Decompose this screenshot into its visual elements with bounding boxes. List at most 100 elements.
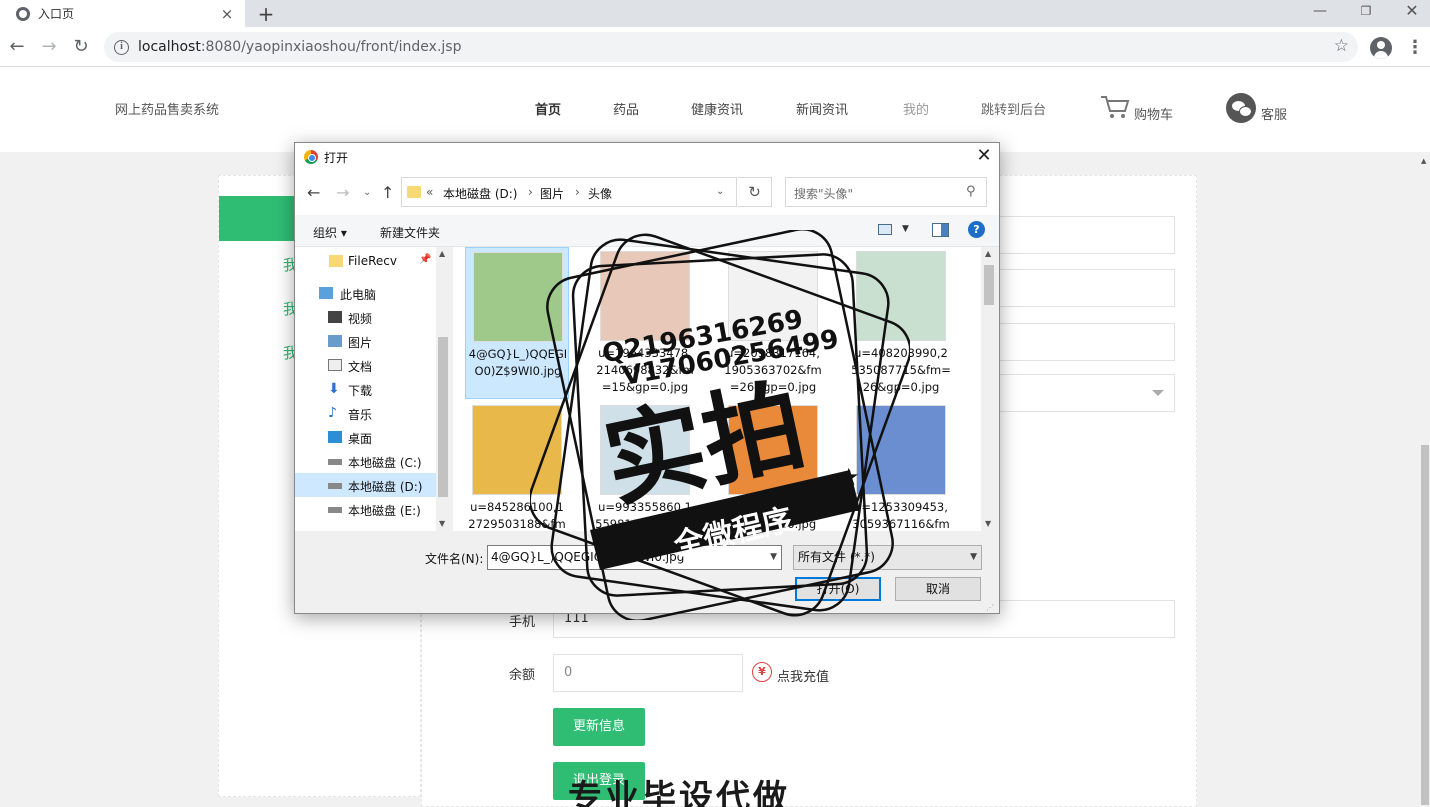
path-segment[interactable]: 图片 (540, 185, 564, 202)
tree-item-documents[interactable]: 文档 (295, 353, 436, 377)
nav-news[interactable]: 新闻资讯 (796, 99, 848, 118)
refresh-icon[interactable]: ↻ (738, 177, 772, 207)
site-title: 网上药品售卖系统 (115, 103, 220, 118)
browser-menu-icon[interactable]: ⋮ (1406, 37, 1424, 58)
chevron-down-icon[interactable]: ▼ (770, 546, 777, 569)
chevron-down-icon[interactable]: ⌄ (716, 186, 724, 197)
tree-item-this-pc[interactable]: 此电脑 (295, 281, 436, 305)
image-thumbnail (856, 251, 946, 341)
up-folder-icon[interactable]: ↑ (381, 183, 394, 202)
path-breadcrumb[interactable]: « 本地磁盘 (D:) › 图片 › 头像 ⌄ (401, 177, 737, 207)
page-scrollbar[interactable]: ▲ (1420, 155, 1430, 807)
tree-label: 本地磁盘 (D:) (348, 480, 423, 494)
scroll-up-icon[interactable]: ▲ (439, 249, 445, 258)
search-icon[interactable]: ⚲ (966, 184, 976, 199)
bookmark-star-icon[interactable]: ☆ (1334, 36, 1349, 56)
window-close-button[interactable]: ✕ (1389, 0, 1430, 24)
tree-item-drive-e[interactable]: 本地磁盘 (E:) (295, 497, 436, 521)
file-item[interactable]: 4@GQ}L_)QQEGIO0)Z$9WI0.jpg (465, 247, 569, 399)
file-scroll-thumb[interactable] (984, 265, 994, 305)
minimize-button[interactable]: — (1297, 0, 1343, 24)
nav-health-info[interactable]: 健康资讯 (691, 99, 743, 118)
update-info-button[interactable]: 更新信息 (553, 708, 645, 746)
tree-label: 音乐 (348, 408, 373, 422)
tree-item-filerecv[interactable]: FileRecv 📌 (295, 249, 436, 273)
help-icon[interactable]: ? (968, 221, 985, 238)
tree-item-drive-c[interactable]: 本地磁盘 (C:) (295, 449, 436, 473)
file-item[interactable]: u=845286100,12729503188&fm=26&gp=0.jpg (465, 401, 569, 531)
path-overflow[interactable]: « (426, 185, 433, 199)
filetype-select[interactable]: 所有文件 (*.*) ▼ (793, 545, 982, 570)
dialog-title: 打开 (324, 151, 349, 165)
dialog-back-icon[interactable]: ← (307, 183, 320, 202)
tree-label: 下载 (348, 384, 373, 398)
tree-item-desktop[interactable]: 桌面 (295, 425, 436, 449)
balance-field[interactable]: 0 (553, 654, 743, 692)
path-segment[interactable]: 本地磁盘 (D:) (443, 185, 517, 202)
file-scrollbar[interactable]: ▲ ▼ (981, 247, 997, 531)
file-item[interactable]: u=1253309453,3059367116&fm=26&gp=0.jpg (849, 401, 953, 531)
pictures-icon (328, 335, 342, 347)
nav-customer-service[interactable]: 客服 (1261, 104, 1287, 123)
close-tab-icon[interactable]: × (219, 5, 235, 23)
scroll-down-icon[interactable]: ▼ (985, 519, 991, 528)
forward-button[interactable]: → (38, 35, 60, 59)
nav-home[interactable]: 首页 (535, 99, 561, 118)
chevron-down-icon (1152, 390, 1164, 396)
chevron-down-icon[interactable]: ▼ (902, 224, 909, 234)
nav-mine[interactable]: 我的 (903, 99, 929, 118)
file-item[interactable]: u=4097086&fm=26&gp=0.jpg (721, 401, 825, 531)
cart-icon[interactable] (1100, 94, 1130, 120)
organize-menu[interactable]: 组织 ▾ (313, 224, 347, 241)
browser-tab[interactable]: 入口页 × (0, 0, 245, 27)
filetype-value: 所有文件 (*.*) (798, 550, 875, 564)
tree-item-downloads[interactable]: ⬇ 下载 (295, 377, 436, 401)
resize-grip-icon[interactable]: ⋰ (986, 603, 994, 612)
tree-item-music[interactable]: ♪ 音乐 (295, 401, 436, 425)
file-item[interactable]: u=993355860,1559810912&fm=26&gp=0.jpg (593, 401, 697, 531)
reload-button[interactable]: ↻ (70, 35, 92, 59)
preview-pane-icon[interactable] (932, 223, 949, 237)
cancel-button[interactable]: 取消 (895, 577, 981, 601)
filename-input[interactable]: 4@GQ}L_)QQEGIO0)Z$9WI0.jpg ▼ (487, 545, 782, 570)
info-icon[interactable]: i (114, 39, 129, 55)
address-bar[interactable]: i localhost:8080/yaopinxiaoshou/front/in… (104, 32, 1358, 62)
nav-drugs[interactable]: 药品 (613, 99, 639, 118)
file-item[interactable]: u=1964333478,2140698832&fm=15&gp=0.jpg (593, 247, 697, 399)
wechat-icon[interactable] (1226, 93, 1256, 123)
page-scroll-thumb[interactable] (1421, 445, 1429, 805)
file-item[interactable]: u=408203990,2535087715&fm=26&gp=0.jpg (849, 247, 953, 399)
new-tab-button[interactable]: + (257, 2, 275, 26)
scroll-up-icon[interactable]: ▲ (1421, 157, 1426, 165)
file-item[interactable]: u=2098317164,1905363702&fm=26&gp=0.jpg (721, 247, 825, 399)
nav-admin[interactable]: 跳转到后台 (981, 99, 1046, 118)
restore-button[interactable]: ❐ (1343, 0, 1389, 24)
recharge-link[interactable]: 点我充值 (777, 666, 829, 685)
recent-locations-icon[interactable]: ⌄ (363, 187, 371, 198)
drive-icon (328, 483, 342, 489)
dialog-search-input[interactable]: 搜索"头像" ⚲ (785, 177, 987, 207)
dialog-forward-icon[interactable]: → (336, 183, 349, 202)
file-open-dialog: 打开 ✕ ← → ⌄ ↑ « 本地磁盘 (D:) › 图片 › 头像 ⌄ ↻ 搜… (294, 142, 1000, 614)
desktop-icon (328, 431, 342, 443)
tree-scrollbar[interactable]: ▲ ▼ (436, 247, 450, 531)
yen-icon[interactable]: ¥ (752, 662, 772, 682)
tree-item-drive-d[interactable]: 本地磁盘 (D:) (295, 473, 436, 497)
open-button[interactable]: 打开(O) (795, 577, 881, 601)
scroll-up-icon[interactable]: ▲ (985, 249, 991, 258)
computer-icon (319, 287, 333, 299)
tree-scroll-thumb[interactable] (438, 337, 448, 497)
url-path: :8080/yaopinxiaoshou/front/index.jsp (200, 39, 462, 55)
chevron-down-icon[interactable]: ▼ (970, 546, 977, 569)
path-segment[interactable]: 头像 (588, 185, 612, 202)
tree-item-videos[interactable]: 视频 (295, 305, 436, 329)
new-folder-button[interactable]: 新建文件夹 (380, 224, 440, 241)
nav-cart[interactable]: 购物车 (1134, 104, 1173, 123)
profile-avatar-icon[interactable] (1370, 37, 1392, 59)
dialog-close-button[interactable]: ✕ (973, 145, 995, 166)
tree-item-pictures[interactable]: 图片 (295, 329, 436, 353)
tree-label: 视频 (348, 312, 373, 326)
back-button[interactable]: ← (6, 35, 28, 59)
view-mode-icon[interactable] (878, 224, 892, 235)
scroll-down-icon[interactable]: ▼ (439, 519, 445, 528)
